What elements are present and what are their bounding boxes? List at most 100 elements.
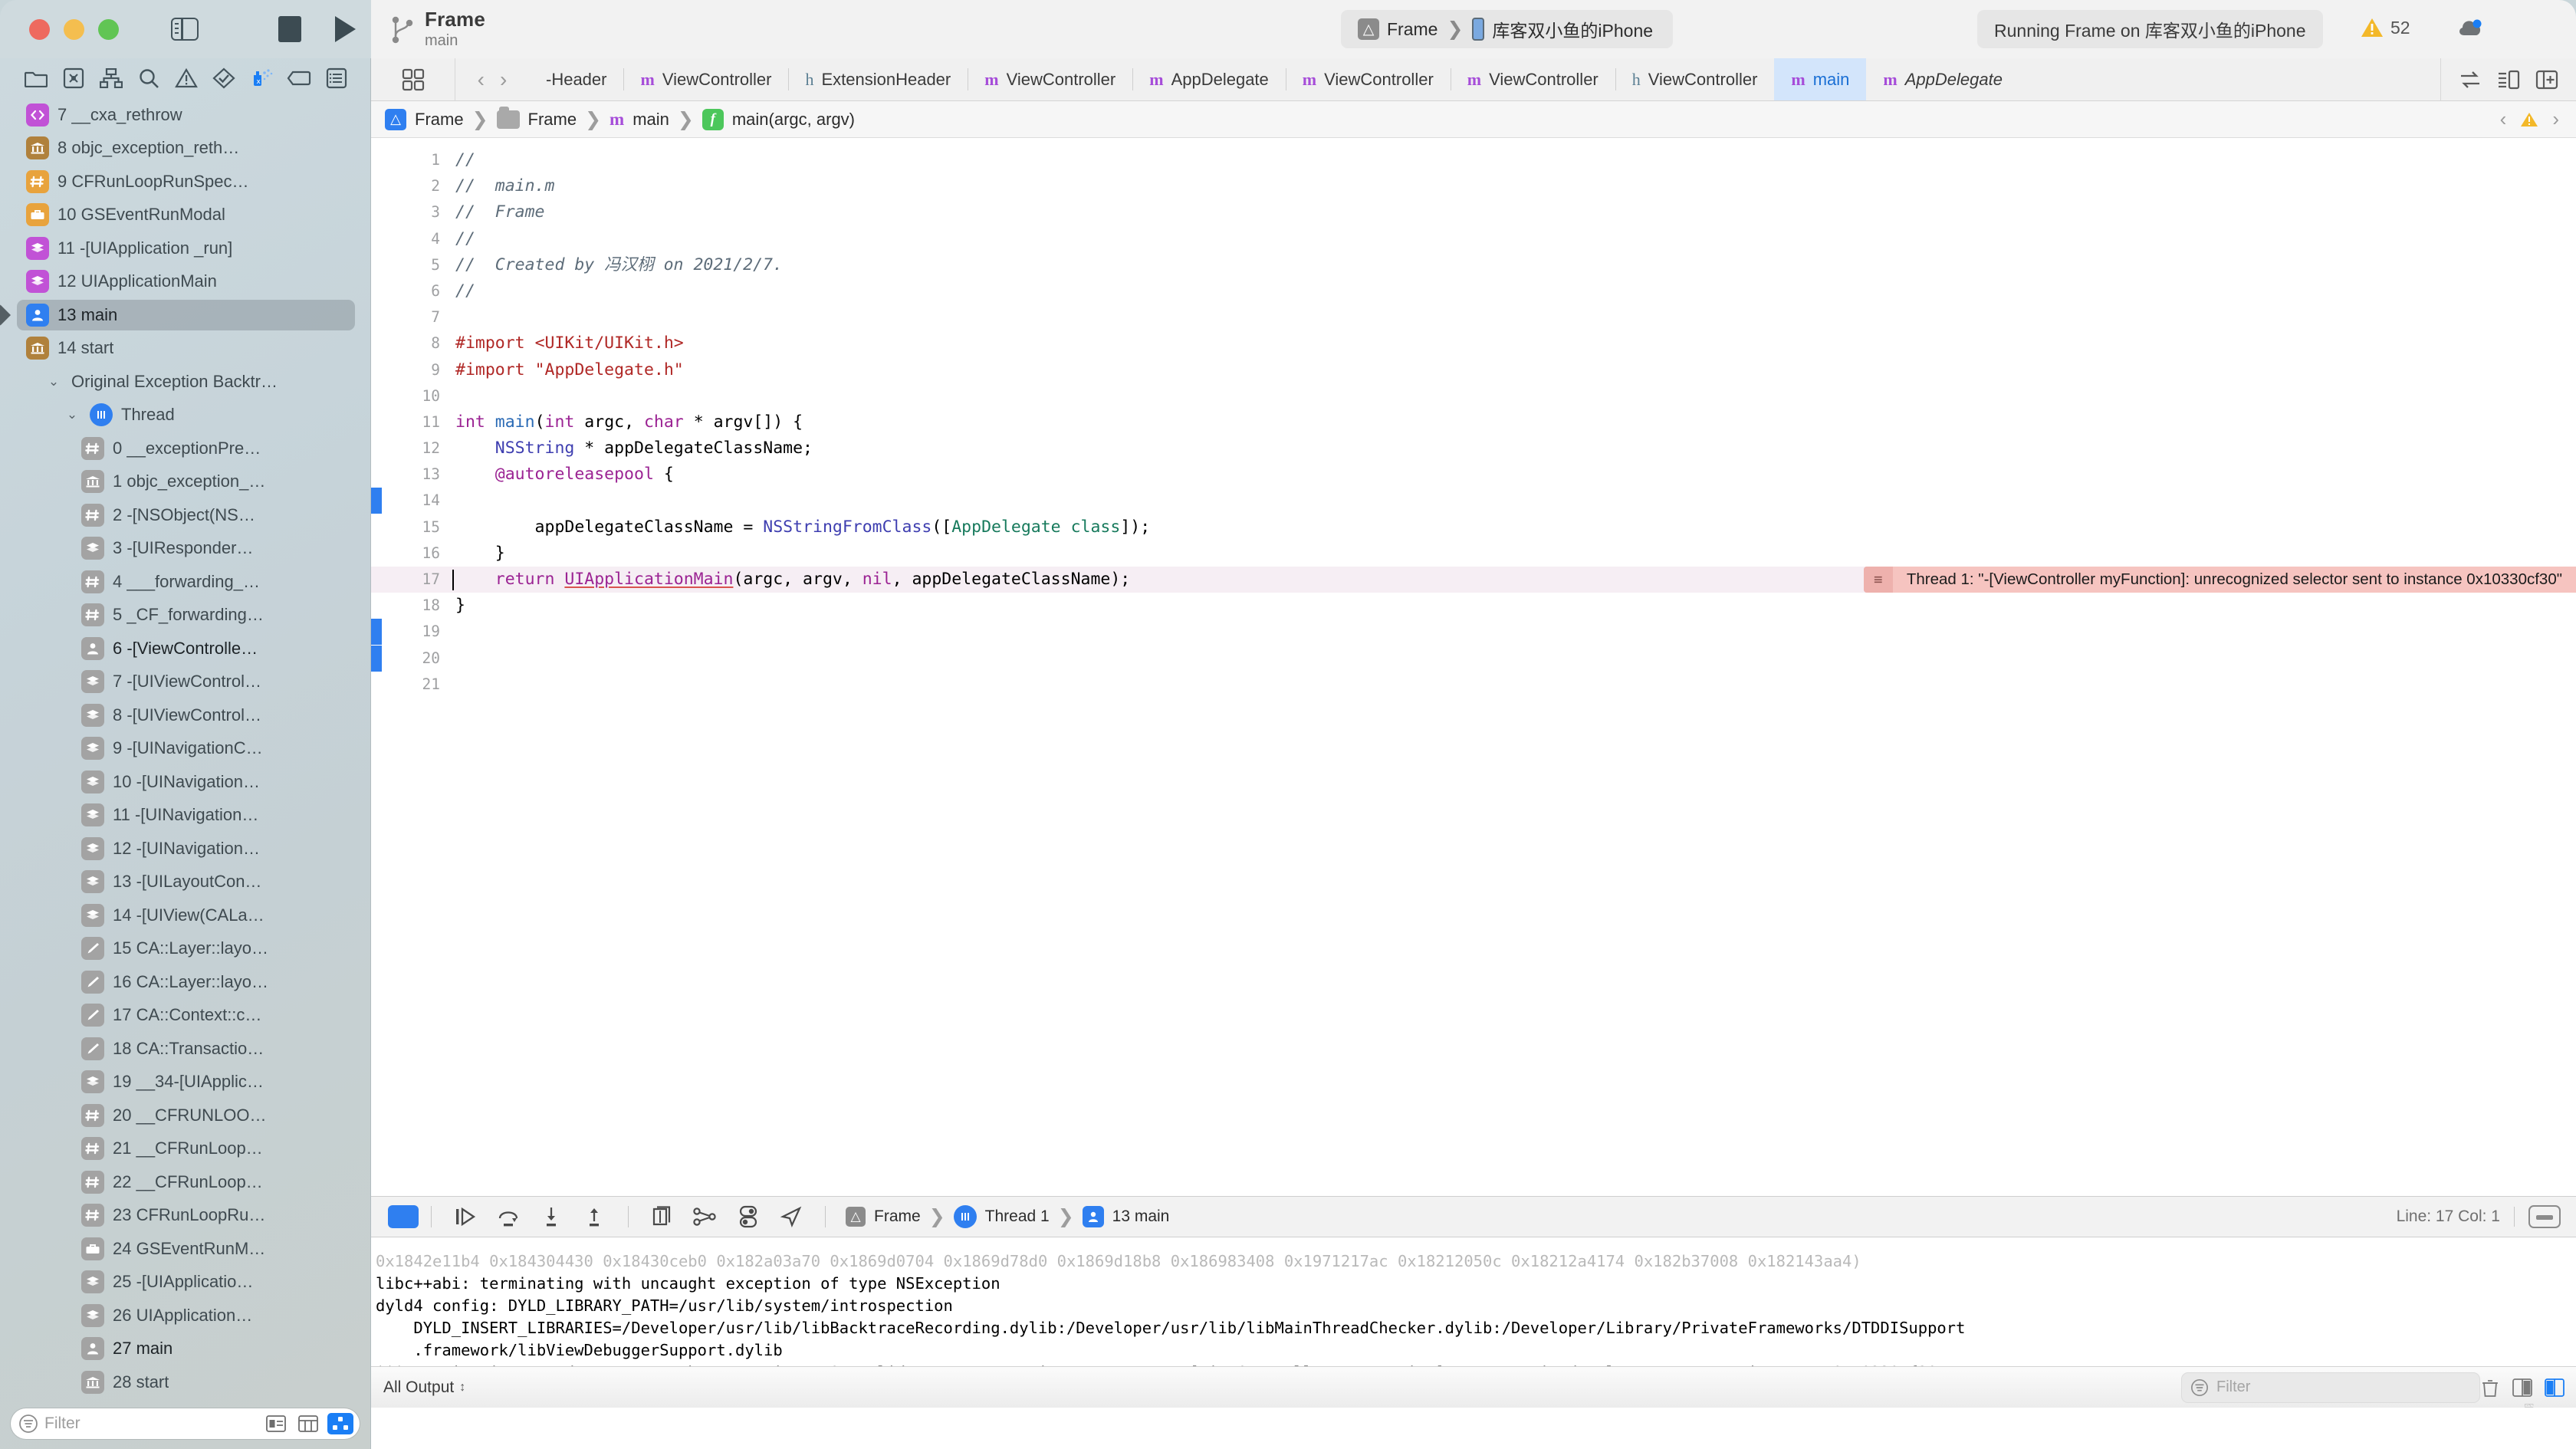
view-hierarchy-icon[interactable] [641, 1200, 684, 1234]
next-issue-button[interactable]: › [2552, 107, 2559, 131]
filter-field[interactable]: Filter [11, 1408, 360, 1439]
stack-frame-row[interactable]: 20 __CFRUNLOO… [0, 1099, 370, 1132]
tab-appdelegate[interactable]: m AppDelegate [1132, 58, 1286, 100]
code-line[interactable]: 19 [371, 619, 2576, 646]
code-review-icon[interactable] [2490, 64, 2527, 95]
stack-frame-row[interactable]: 5 _CF_forwarding… [0, 599, 370, 632]
output-filter-selector[interactable]: All Output ↕ [383, 1378, 465, 1397]
source-control-navigator-icon[interactable] [54, 63, 92, 94]
step-out-icon[interactable] [573, 1200, 616, 1234]
stack-frame-row[interactable]: 9 CFRunLoopRunSpec… [0, 165, 370, 199]
stack-frame-row[interactable]: 22 __CFRunLoop… [0, 1165, 370, 1199]
breadcrumb-item-symbol[interactable]: f main(argc, argv) [702, 108, 855, 130]
back-button[interactable]: ‹ [478, 67, 485, 92]
stack-frame-row[interactable]: 18 CA::Transactio… [0, 1032, 370, 1066]
source-editor[interactable]: 1 // 2 // main.m 3 // Frame 4 // 5 // Created by … [371, 138, 2576, 1196]
project-navigator-icon[interactable] [17, 63, 54, 94]
stack-frame-row[interactable]: 11 -[UINavigation… [0, 799, 370, 833]
code-line[interactable]: 6 // [371, 278, 2576, 304]
tab-main[interactable]: m main [1774, 58, 1867, 100]
tab-viewcontroller[interactable]: m ViewController [1450, 58, 1615, 100]
code-line[interactable]: 7 [371, 304, 2576, 330]
stack-frame-row[interactable]: 25 -[UIApplicatio… [0, 1266, 370, 1300]
stack-frame-row[interactable]: 0 __exceptionPre… [0, 432, 370, 465]
stack-frame-row[interactable]: 17 CA::Context::c… [0, 999, 370, 1033]
debug-crumb-process[interactable]: Frame [874, 1208, 921, 1226]
debug-crumb-thread[interactable]: Thread 1 [985, 1208, 1050, 1226]
stack-frame-row[interactable]: 12 UIApplicationMain [0, 265, 370, 299]
debug-breadcrumb[interactable]: △ Frame ❯ Thread 1 ❯ 13 main [846, 1205, 1169, 1228]
breadcrumb-item-project[interactable]: △ Frame [385, 108, 464, 130]
code-line[interactable]: 13 @autoreleasepool { [371, 462, 2576, 488]
left-panel-toggle-icon[interactable] [171, 18, 199, 41]
step-into-icon[interactable] [530, 1200, 573, 1234]
tab-viewcontroller[interactable]: h ViewController [1615, 58, 1775, 100]
stack-frame-row[interactable]: 10 GSEventRunModal [0, 199, 370, 232]
stack-frame-row[interactable]: 14 start [0, 332, 370, 366]
stack-frame-row[interactable]: 21 __CFRunLoop… [0, 1132, 370, 1166]
stack-frame-row[interactable]: 8 objc_exception_reth… [0, 132, 370, 166]
stack-frame-row[interactable]: 11 -[UIApplication _run] [0, 232, 370, 265]
show-debug-console-icon[interactable] [2512, 1376, 2533, 1399]
grid-view-icon[interactable] [327, 1413, 353, 1434]
stack-frame-row[interactable]: 9 -[UINavigationC… [0, 732, 370, 766]
add-editor-icon[interactable] [2528, 64, 2565, 95]
code-line[interactable]: 14 [371, 488, 2576, 514]
stop-button-icon[interactable] [278, 16, 301, 42]
show-variables-icon[interactable] [2544, 1376, 2565, 1399]
hide-debug-area-icon[interactable] [388, 1205, 419, 1228]
code-lines[interactable]: 1 // 2 // main.m 3 // Frame 4 // 5 // Created by … [371, 138, 2576, 698]
forward-button[interactable]: › [500, 67, 507, 92]
stack-frame-row[interactable]: 15 CA::Layer::layo… [0, 932, 370, 966]
warning-status-group[interactable]: 52 [2361, 17, 2410, 38]
test-navigator-icon[interactable] [205, 63, 242, 94]
stack-frame-row[interactable]: 13 main [0, 298, 370, 332]
stack-frame-row[interactable]: 10 -[UINavigation… [0, 765, 370, 799]
code-line[interactable]: 1 // [371, 147, 2576, 173]
stack-frame-row[interactable]: 7 __cxa_rethrow [0, 98, 370, 132]
code-line[interactable]: 3 // Frame [371, 199, 2576, 225]
warning-triangle-icon[interactable] [2520, 111, 2538, 128]
stack-frame-row[interactable]: 27 main [0, 1332, 370, 1366]
code-line[interactable]: 2 // main.m [371, 173, 2576, 199]
tab-appdelegate[interactable]: m AppDelegate [1866, 58, 2019, 100]
stack-frame-row[interactable]: 26 UIApplication… [0, 1299, 370, 1332]
breadcrumb-item-file[interactable]: m main [610, 110, 669, 130]
find-navigator-icon[interactable] [130, 63, 167, 94]
report-navigator-icon[interactable] [317, 63, 355, 94]
show-only-issues-icon[interactable] [263, 1413, 289, 1434]
stack-frame-row[interactable]: 24 GSEventRunM… [0, 1232, 370, 1266]
code-line[interactable]: 17 return UIApplicationMain(argc, argv, … [371, 567, 2576, 593]
issue-navigator-icon[interactable] [167, 63, 205, 94]
scheme-project-label[interactable]: Frame [1387, 19, 1438, 40]
chevron-down-icon[interactable]: ⌄ [63, 407, 81, 422]
clear-console-icon[interactable] [2479, 1376, 2501, 1399]
thread-row[interactable]: ⌄ Thread [0, 399, 370, 432]
continue-icon[interactable] [444, 1200, 487, 1234]
memory-graph-icon[interactable] [684, 1200, 727, 1234]
debug-navigator-icon[interactable]: x [242, 63, 280, 94]
stack-frame-row[interactable]: 23 CFRunLoopRu… [0, 1199, 370, 1233]
cloud-status-icon[interactable] [2456, 15, 2486, 45]
stack-frame-row[interactable]: 13 -[UILayoutCon… [0, 866, 370, 899]
code-line[interactable]: 12 NSString * appDelegateClassName; [371, 435, 2576, 462]
code-line[interactable]: 21 [371, 672, 2576, 698]
code-line[interactable]: 11 int main(int argc, char * argv[]) { [371, 409, 2576, 435]
debug-crumb-frame[interactable]: 13 main [1112, 1208, 1170, 1226]
stack-frame-row[interactable]: 8 -[UIViewControl… [0, 698, 370, 732]
tab-viewcontroller[interactable]: m ViewController [1285, 58, 1451, 100]
stack-group-row[interactable]: ⌄ Original Exception Backtr… [0, 365, 370, 399]
step-over-icon[interactable] [487, 1200, 530, 1234]
code-line[interactable]: 10 [371, 383, 2576, 409]
scheme-chooser[interactable]: △ Frame ❯ 库客双小鱼的iPhone [1341, 10, 1674, 48]
runtime-error-annotation[interactable]: ≡ Thread 1: "-[ViewController myFunction]… [1863, 567, 2576, 593]
breadcrumb-item-group[interactable]: Frame [496, 106, 577, 130]
tab-extensionheader[interactable]: h ExtensionHeader [788, 58, 968, 100]
scheme-device-label[interactable]: 库客双小鱼的iPhone [1492, 16, 1653, 42]
scope-icon[interactable] [295, 1413, 321, 1434]
code-line[interactable]: 18} [371, 593, 2576, 619]
code-line[interactable]: 16 } [371, 540, 2576, 567]
stack-frame-row[interactable]: 12 -[UINavigation… [0, 832, 370, 866]
maximize-window-button[interactable] [98, 18, 119, 40]
stack-frame-row[interactable]: 3 -[UIResponder… [0, 532, 370, 566]
